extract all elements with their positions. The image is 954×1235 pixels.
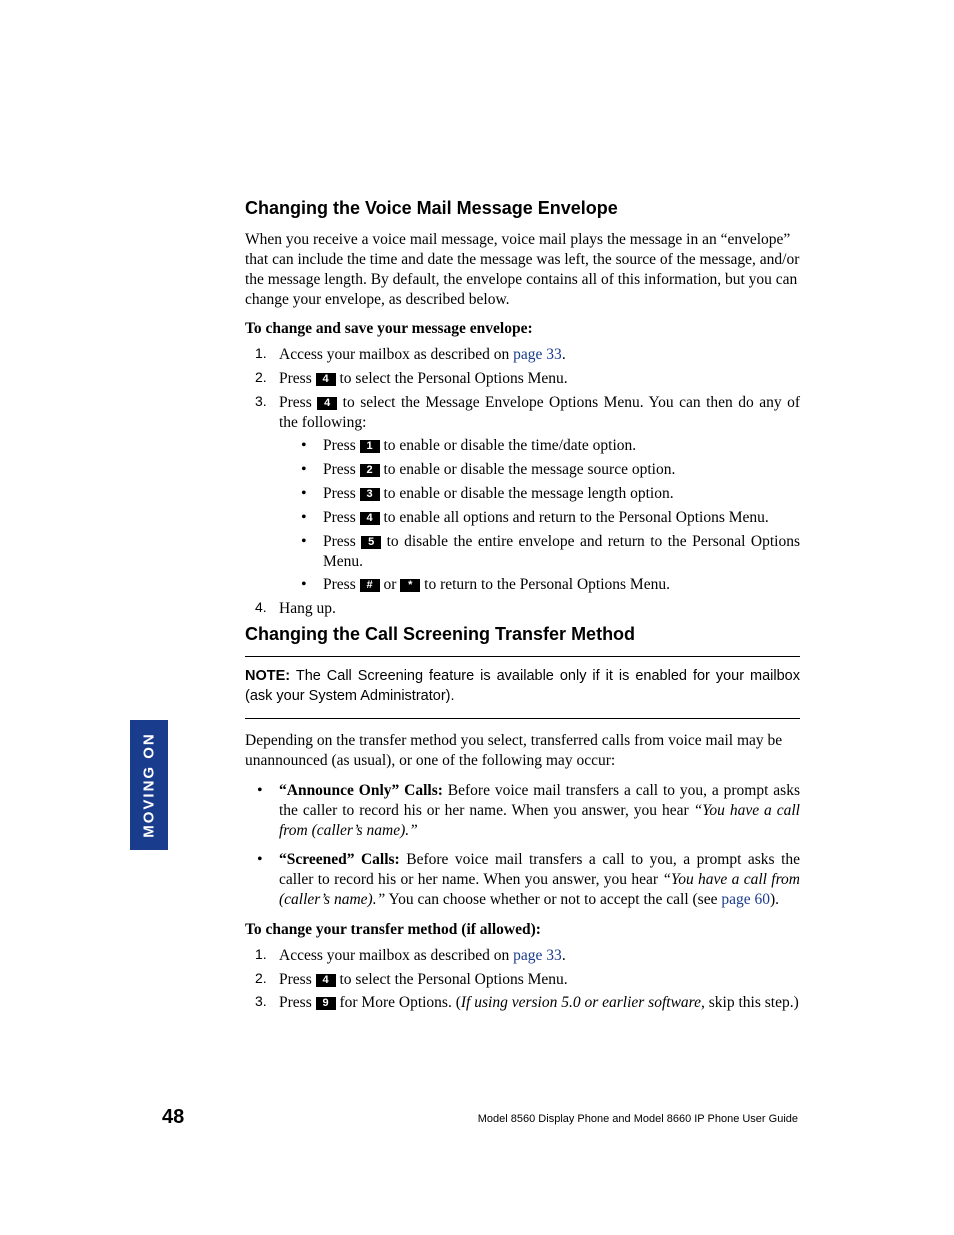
desc-label: “Announce Only” Calls: xyxy=(279,782,443,799)
bullet-text: to enable or disable the message length … xyxy=(380,485,674,502)
bullet-text: to return to the Personal Options Menu. xyxy=(420,576,670,593)
envelope-intro: When you receive a voice mail message, v… xyxy=(245,230,800,309)
step-text: for More Options. ( xyxy=(336,994,461,1011)
step-1: 1. Access your mailbox as described on p… xyxy=(251,345,800,365)
bullet-text: Press xyxy=(323,485,360,502)
step-text: Access your mailbox as described on xyxy=(279,947,513,964)
step-1: 1. Access your mailbox as described on p… xyxy=(251,946,800,966)
link-page-33[interactable]: page 33 xyxy=(513,346,562,363)
step-2: 2. Press 4 to select the Personal Option… xyxy=(251,970,800,990)
step-text: to select the Message Envelope Options M… xyxy=(279,394,800,431)
bullet-6: Press # or * to return to the Personal O… xyxy=(299,575,800,595)
bullet-text: to enable or disable the message source … xyxy=(380,461,676,478)
envelope-sub-options: Press 1 to enable or disable the time/da… xyxy=(279,436,800,595)
key-1-icon: 1 xyxy=(360,440,380,453)
bullet-text: or xyxy=(380,576,401,593)
key-4-icon: 4 xyxy=(316,974,336,987)
desc-screened: “Screened” Calls: Before voice mail tran… xyxy=(251,850,800,909)
desc-text: You can choose whether or not to accept … xyxy=(385,891,721,908)
side-tab-label: MOVING ON xyxy=(141,732,158,838)
step-text: Hang up. xyxy=(279,600,336,617)
link-page-60[interactable]: page 60 xyxy=(721,891,770,908)
desc-text: ). xyxy=(770,891,779,908)
screening-steps: 1. Access your mailbox as described on p… xyxy=(245,946,800,1013)
note-rule-bottom xyxy=(245,718,800,719)
step-note: If using version 5.0 or earlier software… xyxy=(461,994,705,1011)
bullet-text: to enable all options and return to the … xyxy=(380,509,769,526)
bullet-text: Press xyxy=(323,509,360,526)
bullet-text: Press xyxy=(323,437,360,454)
page-number: 48 xyxy=(162,1106,184,1129)
envelope-steps: 1. Access your mailbox as described on p… xyxy=(245,345,800,619)
side-tab: MOVING ON xyxy=(130,720,168,850)
envelope-proc-title: To change and save your message envelope… xyxy=(245,319,800,339)
step-text: Press xyxy=(279,370,316,387)
bullet-2: Press 2 to enable or disable the message… xyxy=(299,460,800,480)
step-text: Press xyxy=(279,971,316,988)
heading-call-screening: Changing the Call Screening Transfer Met… xyxy=(245,623,800,646)
bullet-4: Press 4 to enable all options and return… xyxy=(299,508,800,528)
key-hash-icon: # xyxy=(360,579,380,592)
step-text: Press xyxy=(279,994,316,1011)
key-2-icon: 2 xyxy=(360,464,380,477)
bullet-text: Press xyxy=(323,576,360,593)
note-box: NOTE: The Call Screening feature is avai… xyxy=(245,667,800,706)
bullet-text: to disable the entire envelope and retur… xyxy=(323,533,800,570)
key-star-icon: * xyxy=(400,579,420,592)
step-2: 2. Press 4 to select the Personal Option… xyxy=(251,369,800,389)
page: MOVING ON Changing the Voice Mail Messag… xyxy=(0,0,954,1235)
link-page-33[interactable]: page 33 xyxy=(513,947,562,964)
step-3: 3. Press 9 for More Options. (If using v… xyxy=(251,993,800,1013)
key-4-icon: 4 xyxy=(316,373,336,386)
step-text: . xyxy=(562,947,566,964)
bullet-text: to enable or disable the time/date optio… xyxy=(380,437,637,454)
step-text: skip this step.) xyxy=(705,994,799,1011)
key-3-icon: 3 xyxy=(360,488,380,501)
footer-text: Model 8560 Display Phone and Model 8660 … xyxy=(478,1113,798,1125)
note-text: The Call Screening feature is available … xyxy=(245,668,800,704)
bullet-text: Press xyxy=(323,461,360,478)
note-rule-top xyxy=(245,656,800,657)
screening-intro: Depending on the transfer method you sel… xyxy=(245,731,800,771)
desc-announce-only: “Announce Only” Calls: Before voice mail… xyxy=(251,781,800,840)
step-text: to select the Personal Options Menu. xyxy=(336,971,568,988)
screening-proc-title: To change your transfer method (if allow… xyxy=(245,920,800,940)
content-area: Changing the Voice Mail Message Envelope… xyxy=(245,197,800,1017)
key-4-icon: 4 xyxy=(317,397,337,410)
step-text: . xyxy=(562,346,566,363)
step-text: Access your mailbox as described on xyxy=(279,346,513,363)
key-5-icon: 5 xyxy=(361,536,381,549)
desc-label: “Screened” Calls: xyxy=(279,851,400,868)
note-label: NOTE: xyxy=(245,668,290,684)
bullet-3: Press 3 to enable or disable the message… xyxy=(299,484,800,504)
step-4: 4. Hang up. xyxy=(251,599,800,619)
key-4-icon: 4 xyxy=(360,512,380,525)
bullet-5: Press 5 to disable the entire envelope a… xyxy=(299,532,800,572)
screening-desc-list: “Announce Only” Calls: Before voice mail… xyxy=(245,781,800,910)
bullet-text: Press xyxy=(323,533,361,550)
step-text: to select the Personal Options Menu. xyxy=(336,370,568,387)
heading-envelope: Changing the Voice Mail Message Envelope xyxy=(245,197,800,220)
step-3: 3. Press 4 to select the Message Envelop… xyxy=(251,393,800,595)
bullet-1: Press 1 to enable or disable the time/da… xyxy=(299,436,800,456)
key-9-icon: 9 xyxy=(316,997,336,1010)
step-text: Press xyxy=(279,394,317,411)
